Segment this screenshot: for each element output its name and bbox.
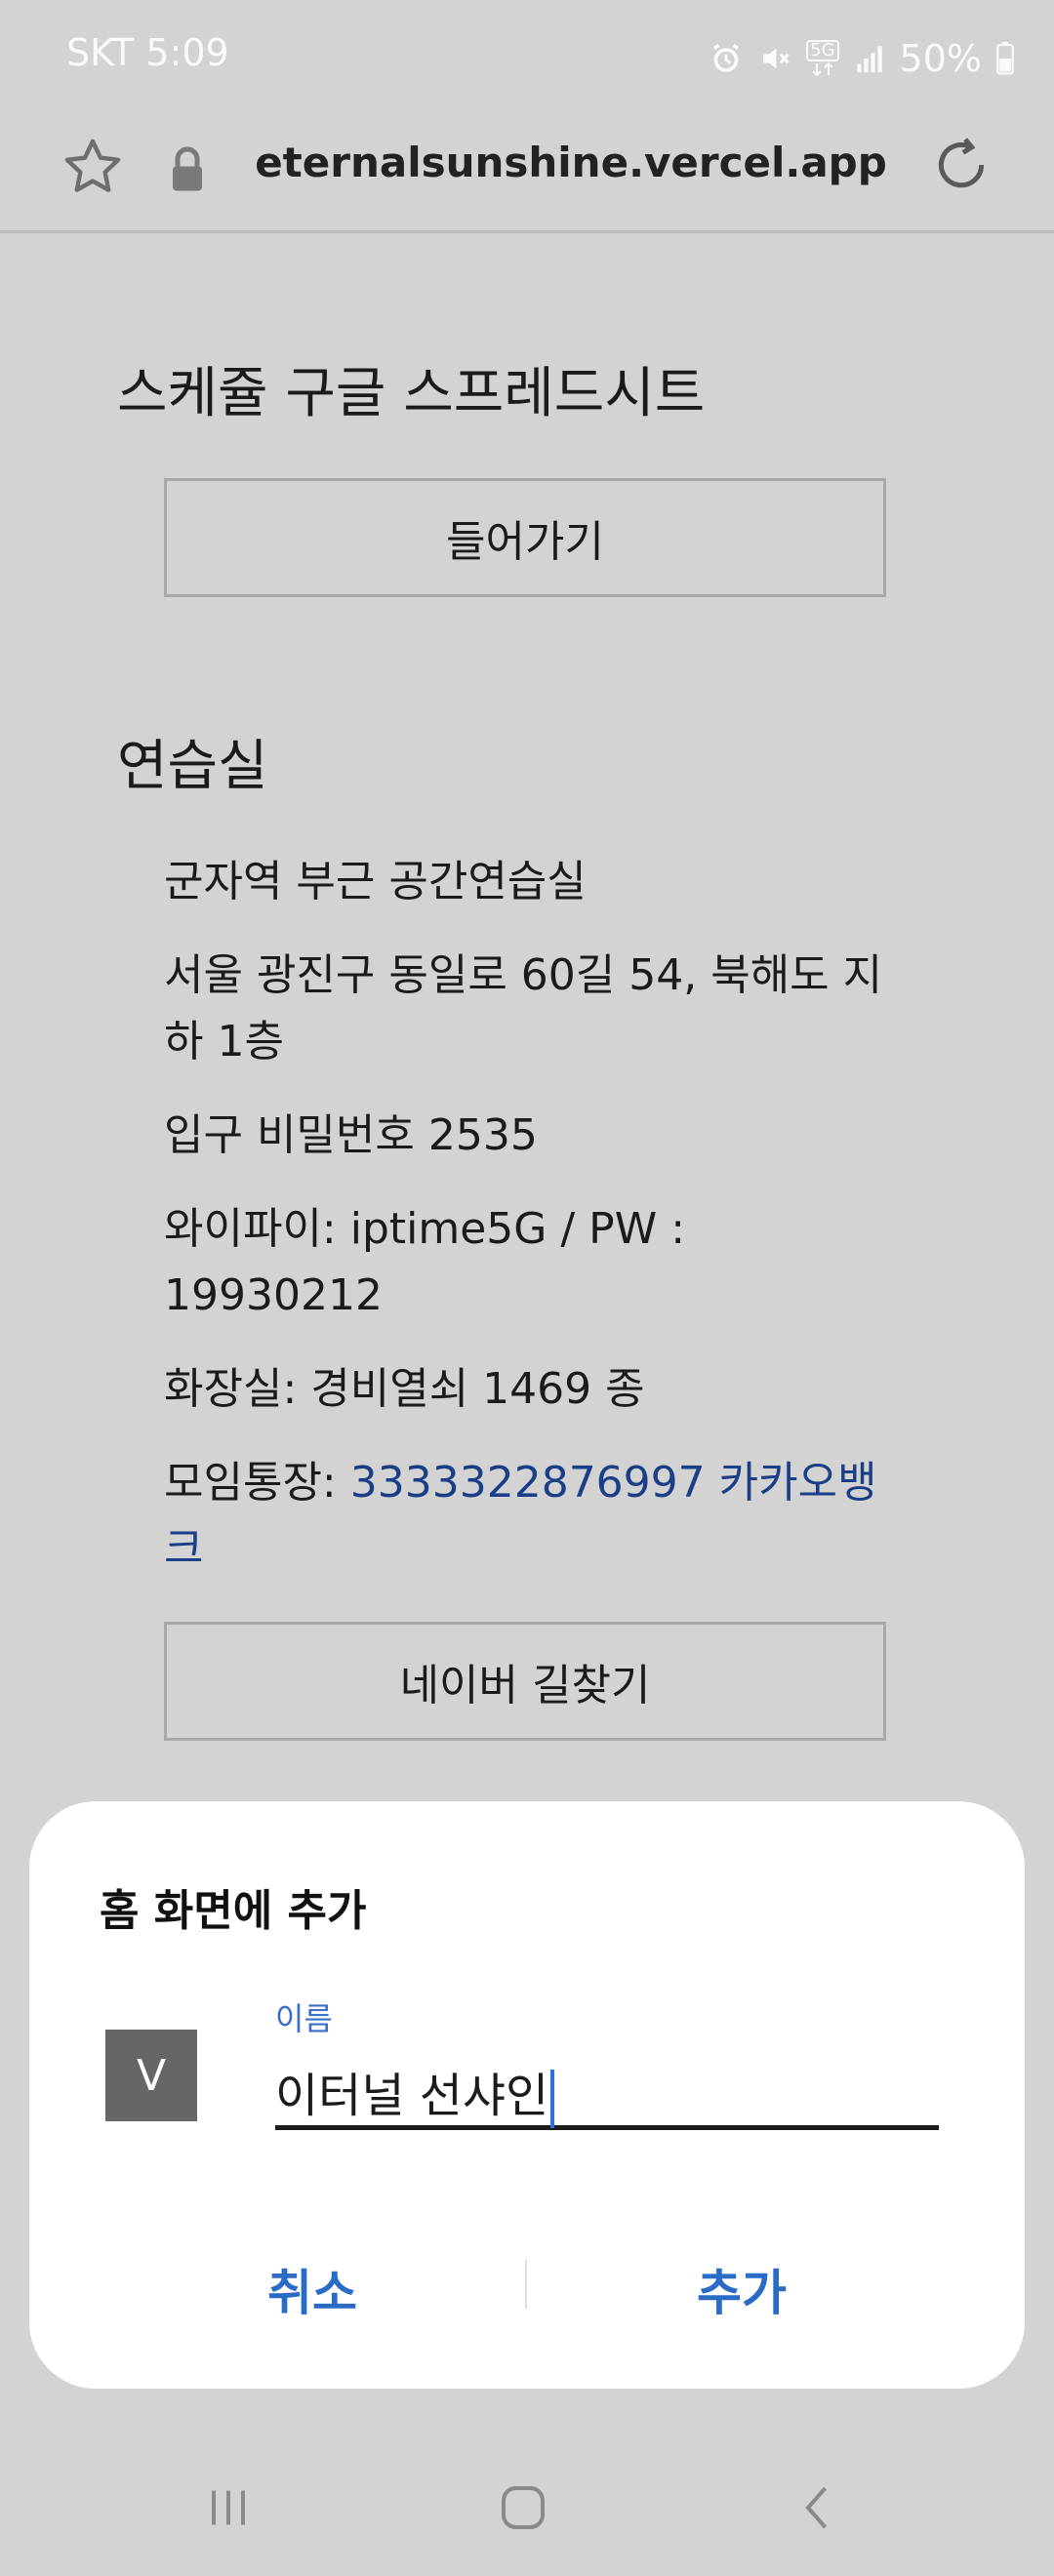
back-icon[interactable] <box>759 2469 876 2547</box>
app-icon: V <box>105 2030 197 2121</box>
5g-data-icon: 5G <box>806 40 839 77</box>
studio-name: 군자역 부근 공간연습실 <box>164 857 587 906</box>
name-label: 이름 <box>275 2000 333 2037</box>
url-bar-divider <box>0 230 1054 233</box>
battery-level: 50% <box>899 37 982 80</box>
schedule-title: 스케쥴 구글 스프레드시트 <box>117 362 706 425</box>
battery-icon <box>995 42 1015 75</box>
restroom-info: 화장실: 경비열쇠 1469 종 <box>164 1364 645 1414</box>
add-to-home-dialog: 홈 화면에 추가 V 이름 이터널 선샤인 취소 추가 <box>29 1801 1025 2389</box>
status-icons: 5G 50% <box>709 29 1015 88</box>
url-text[interactable]: eternalsunshine.vercel.app <box>0 139 1054 186</box>
carrier-time: SKT 5:09 <box>66 31 229 74</box>
text-caret <box>550 2070 555 2128</box>
system-nav-bar <box>0 2439 1054 2576</box>
browser-url-bar: eternalsunshine.vercel.app <box>0 115 1054 233</box>
dialog-title: 홈 화면에 추가 <box>100 1886 367 1936</box>
signal-icon <box>853 42 886 75</box>
reload-icon[interactable] <box>929 133 993 201</box>
enter-button[interactable]: 들어가기 <box>164 478 886 597</box>
mute-icon <box>757 41 792 76</box>
account-info: 모임통장: 3333322876997 카카오뱅크 <box>164 1450 886 1583</box>
name-value: 이터널 선샤인 <box>275 2069 549 2123</box>
alarm-icon <box>709 41 744 76</box>
status-bar: SKT 5:09 5G 50% <box>0 0 1054 115</box>
studio-title: 연습실 <box>117 735 268 798</box>
studio-address: 서울 광진구 동일로 60길 54, 북해도 지하 1층 <box>164 950 883 1067</box>
account-label: 모임통장: <box>164 1458 350 1508</box>
network-badge: 5G <box>806 40 839 61</box>
wifi-info: 와이파이: iptime5G / PW : 19930212 <box>164 1204 686 1320</box>
name-input[interactable]: 이터널 선샤인 <box>275 2057 939 2130</box>
cancel-button[interactable]: 취소 <box>98 2231 527 2348</box>
home-icon[interactable] <box>465 2469 582 2547</box>
door-code: 입구 비밀번호 2535 <box>164 1110 538 1160</box>
naver-directions-button[interactable]: 네이버 길찾기 <box>164 1622 886 1741</box>
recents-icon[interactable] <box>170 2469 287 2547</box>
add-button[interactable]: 추가 <box>527 2231 956 2348</box>
dialog-buttons: 취소 추가 <box>29 2231 1025 2348</box>
